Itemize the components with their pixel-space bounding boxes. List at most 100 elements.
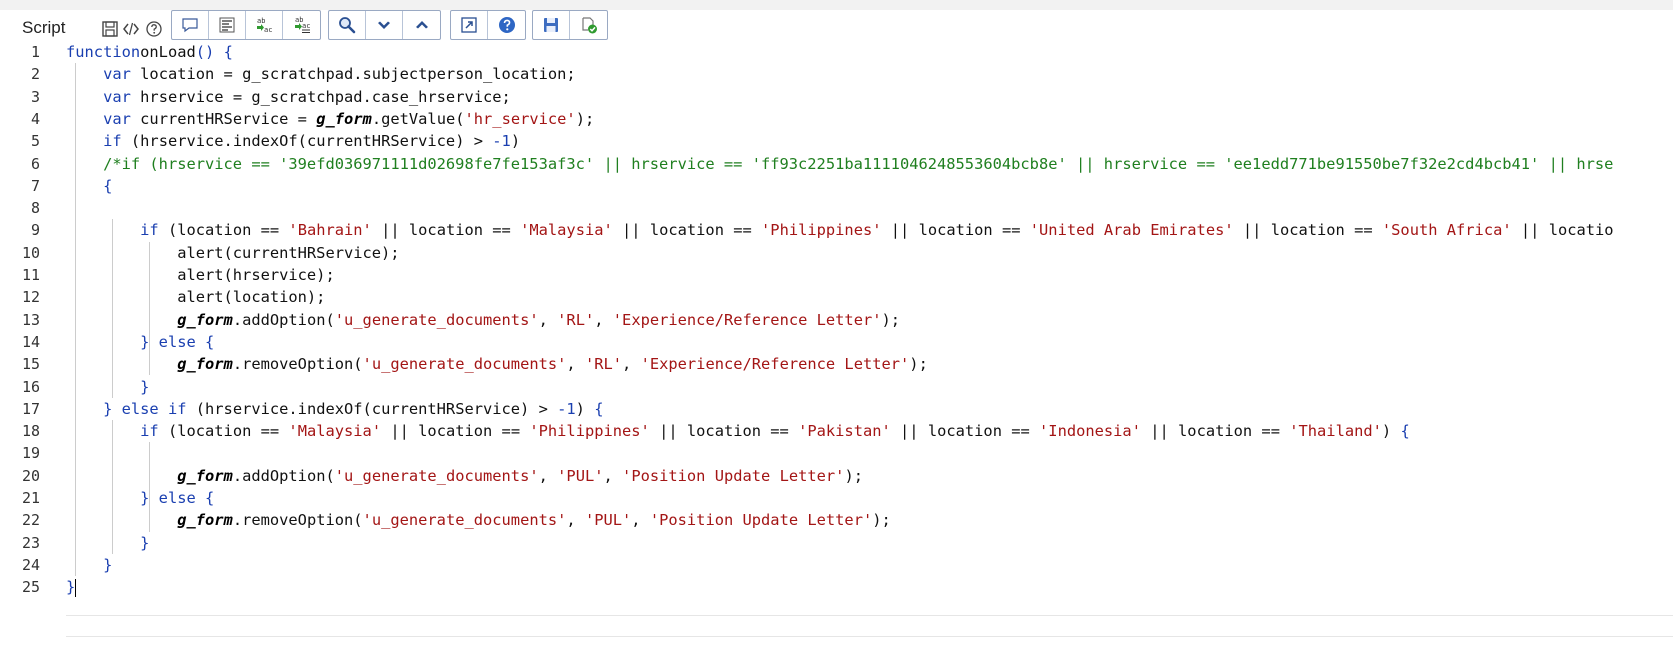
code-text: } else if (hrservice.indexOf(currentHRSe… (66, 398, 603, 420)
code-text: { (66, 175, 112, 197)
format-code-button[interactable] (209, 11, 246, 39)
code-line[interactable]: 16 } (0, 376, 1673, 398)
code-line[interactable]: 19 (0, 442, 1673, 464)
fullscreen-button[interactable] (451, 11, 488, 39)
search-button[interactable] (329, 11, 366, 39)
line-number: 13 (21, 310, 40, 329)
code-text: alert(location); (66, 286, 325, 308)
code-line[interactable]: 8 (0, 197, 1673, 219)
indent-guide (149, 442, 151, 532)
code-line[interactable]: 12 alert(location); (0, 286, 1673, 308)
indent-guide (149, 241, 151, 376)
check-syntax-button[interactable] (570, 11, 607, 39)
line-number: 15 (21, 355, 40, 374)
code-token: , (603, 466, 623, 485)
code-token: || location == (381, 422, 530, 441)
code-line[interactable]: 10 alert(currentHRService); (0, 242, 1673, 264)
comment-icon (182, 18, 198, 33)
syntax-help-button[interactable] (488, 11, 525, 39)
code-token: , (566, 355, 585, 374)
code-token: 'Philippines' (529, 422, 650, 441)
code-line[interactable]: 17 } else if (hrservice.indexOf(currentH… (0, 398, 1673, 420)
code-line[interactable]: 18 if (location == 'Malaysia' || locatio… (0, 420, 1673, 442)
code-token: ); (881, 310, 901, 329)
svg-text:ab: ab (257, 17, 265, 25)
code-line[interactable]: 1 functiononLoad() { (0, 41, 1673, 63)
code-token: g_form (177, 310, 233, 329)
code-token: var (103, 87, 131, 106)
code-text: alert(currentHRService); (66, 242, 399, 264)
save-icon[interactable] (101, 20, 119, 38)
active-line-highlight (66, 615, 1673, 637)
save-script-button[interactable] (533, 11, 570, 39)
format-icon (219, 17, 235, 33)
code-line[interactable]: 7 { (0, 175, 1673, 197)
comment-button[interactable] (172, 11, 209, 39)
code-token: /*if (hrservice == '39efd036971111d02698… (103, 154, 1614, 173)
code-line[interactable]: 15 g_form.removeOption('u_generate_docum… (0, 353, 1673, 375)
code-line[interactable]: 24 } (0, 554, 1673, 576)
code-token: } (103, 555, 113, 574)
replace-button[interactable]: ab ac (246, 11, 283, 39)
replace-all-button[interactable]: ab ac (283, 11, 320, 39)
code-line[interactable]: 4 var currentHRService = g_form.getValue… (0, 108, 1673, 130)
code-token: 'Malaysia' (520, 221, 613, 240)
indent-guide (75, 63, 77, 577)
code-token: 'hr_service' (464, 109, 576, 128)
code-token: } else if (103, 399, 187, 418)
toolbar-strip (0, 0, 1673, 10)
code-text: g_form.removeOption('u_generate_document… (66, 509, 891, 531)
code-icon[interactable] (122, 20, 140, 38)
code-token: location = g_scratchpad.subjectperson_lo… (130, 65, 576, 84)
line-number: 5 (30, 132, 40, 151)
code-line[interactable]: 13 g_form.addOption('u_generate_document… (0, 309, 1673, 331)
line-number: 14 (21, 332, 40, 351)
code-line[interactable]: 14 } else { (0, 331, 1673, 353)
line-number: 20 (21, 466, 40, 485)
code-text: alert(hrservice); (66, 264, 335, 286)
code-line[interactable]: 23 } (0, 532, 1673, 554)
code-token: || location == (649, 422, 799, 441)
code-line[interactable]: 11 alert(hrservice); (0, 264, 1673, 286)
code-line[interactable]: 21 } else { (0, 487, 1673, 509)
code-token: ); (872, 511, 891, 530)
code-token: ) (1381, 422, 1401, 441)
code-line[interactable]: 5 if (hrservice.indexOf(currentHRService… (0, 130, 1673, 152)
code-token: || locatio (1511, 221, 1614, 240)
code-line[interactable]: 3 var hrservice = g_scratchpad.case_hrse… (0, 86, 1673, 108)
previous-match-button[interactable] (403, 11, 440, 39)
line-number: 25 (21, 578, 40, 597)
code-token: 'u_generate_documents' (362, 355, 567, 374)
code-line[interactable]: 25} (0, 576, 1673, 598)
code-token: 'Malaysia' (288, 422, 382, 441)
code-line[interactable]: 6 /*if (hrservice == '39efd036971111d026… (0, 153, 1673, 175)
code-token: alert(location); (66, 288, 326, 307)
replace-all-icon: abac (294, 16, 310, 33)
code-token: || location == (890, 422, 1040, 441)
code-text: var currentHRService = g_form.getValue('… (66, 108, 594, 130)
code-text: if (location == 'Malaysia' || location =… (66, 420, 1410, 442)
code-token: (hrservice.indexOf(currentHRService) > (186, 399, 558, 418)
code-token: -1 (557, 399, 576, 418)
code-line[interactable]: 20 g_form.addOption('u_generate_document… (0, 465, 1673, 487)
code-line[interactable]: 9 if (location == 'Bahrain' || location … (0, 219, 1673, 241)
code-text: /*if (hrservice == '39efd036971111d02698… (66, 153, 1613, 175)
line-number: 21 (21, 489, 40, 507)
code-text: g_form.addOption('u_generate_documents',… (66, 465, 863, 487)
code-line[interactable]: 22 g_form.removeOption('u_generate_docum… (0, 509, 1673, 531)
help-icon[interactable] (145, 20, 163, 38)
code-token: || location == (371, 221, 521, 240)
chevron-up-icon (415, 21, 428, 29)
code-text: g_form.addOption('u_generate_documents',… (66, 309, 900, 331)
code-line[interactable]: 2 var location = g_scratchpad.subjectper… (0, 63, 1673, 85)
toolbar-group-save (532, 10, 608, 40)
code-token: 'PUL' (584, 511, 632, 530)
text-caret (75, 578, 77, 597)
next-match-button[interactable] (366, 11, 403, 39)
code-token: { (1400, 422, 1410, 441)
code-editor[interactable]: 1 functiononLoad() {2 var location = g_sc… (0, 41, 1673, 651)
